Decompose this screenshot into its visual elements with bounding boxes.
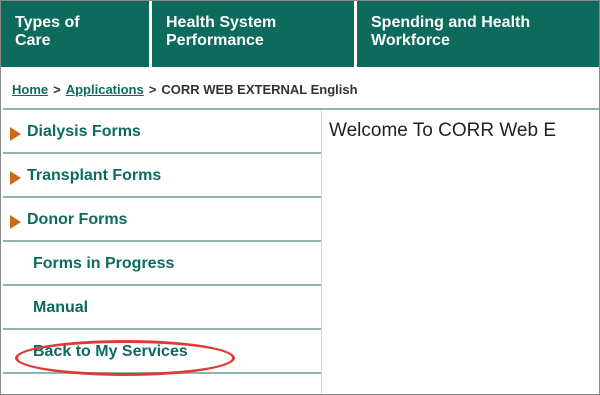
breadcrumb-separator: > [148,82,157,97]
sidebar-item-dialysis-forms[interactable]: Dialysis Forms [3,110,322,154]
sidebar-item-transplant-forms[interactable]: Transplant Forms [3,154,322,198]
sidebar-item-label: Forms in Progress [33,255,175,272]
tab-types-of-care[interactable]: Types of Care [1,1,149,67]
arrow-right-icon [10,127,21,141]
arrow-right-icon [10,215,21,229]
tab-label-line2: Workforce [371,32,450,49]
tab-spending-and-health-workforce[interactable]: Spending and Health Workforce [357,1,599,67]
tab-label-line1: Health System [166,14,277,31]
tab-label-line2: Care [15,32,51,49]
sidebar-item-donor-forms[interactable]: Donor Forms [3,198,322,242]
sidebar-item-label: Dialysis Forms [27,123,141,140]
tab-label-line1: Types of [15,14,80,31]
tab-label-line2: Performance [166,32,264,49]
page-frame: Types of Care Health System Performance … [0,0,600,395]
sidebar-item-label: Transplant Forms [27,167,162,184]
breadcrumb: Home > Applications > CORR WEB EXTERNAL Engl… [12,82,358,102]
sidebar-item-forms-in-progress[interactable]: Forms in Progress [3,242,322,286]
sidebar-item-label: Donor Forms [27,211,128,228]
breadcrumb-separator: > [53,82,61,97]
sidebar-item-label: Manual [33,299,89,316]
welcome-message: Welcome To CORR Web E [329,120,557,141]
breadcrumb-home-link[interactable]: Home [12,82,48,97]
content-divider [321,110,322,394]
breadcrumb-applications-link[interactable]: Applications [66,82,144,97]
sidebar: Dialysis Forms Transplant Forms Donor Fo… [3,110,322,374]
sidebar-item-back-to-my-services[interactable]: Back to My Services [3,330,322,374]
sidebar-item-manual[interactable]: Manual [3,286,322,330]
top-navigation: Types of Care Health System Performance … [1,1,599,67]
tab-health-system-performance[interactable]: Health System Performance [152,1,354,67]
sidebar-item-label: Back to My Services [33,343,188,360]
tab-label-line1: Spending and Health [371,14,531,31]
arrow-right-icon [10,171,21,185]
breadcrumb-current: CORR WEB EXTERNAL English [161,82,358,97]
